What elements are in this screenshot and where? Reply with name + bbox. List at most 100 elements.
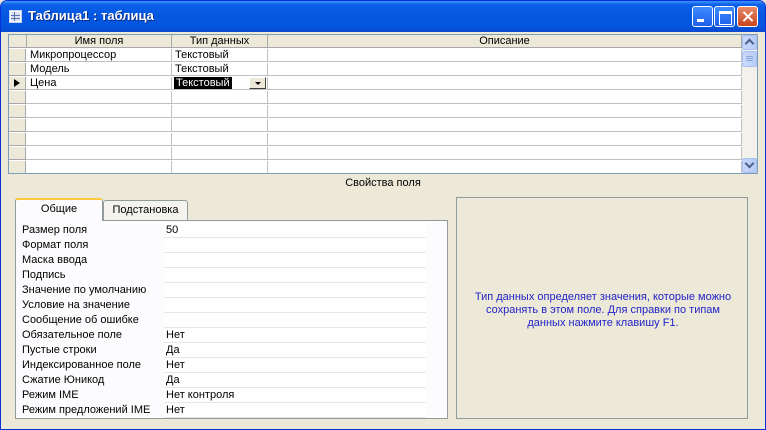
tab-general[interactable]: Общие [15,198,103,221]
data-type-cell[interactable] [172,105,268,117]
property-row[interactable]: Сообщение об ошибке [21,313,426,328]
property-value[interactable] [164,238,426,253]
property-row[interactable]: Сжатие Юникод Да [21,373,426,388]
title-bar[interactable]: Таблица1 : таблица [1,1,765,32]
field-name-cell[interactable] [27,91,172,103]
description-cell[interactable] [268,77,742,89]
window-title: Таблица1 : таблица [28,8,154,23]
property-value[interactable] [164,253,426,268]
data-type-cell[interactable] [172,161,268,173]
field-name-cell[interactable]: Цена [27,77,172,89]
maximize-button[interactable] [714,6,735,27]
property-value[interactable] [164,298,426,313]
description-cell[interactable] [268,49,742,61]
description-cell[interactable] [268,91,742,103]
tab-lookup[interactable]: Подстановка [103,200,188,220]
scroll-down-icon[interactable] [742,158,757,173]
property-value[interactable] [164,283,426,298]
minimize-button[interactable] [692,6,713,27]
property-row[interactable]: Индексированное поле Нет [21,358,426,373]
table-row[interactable] [9,119,742,132]
property-label: Сжатие Юникод [22,374,105,386]
property-row[interactable]: Значение по умолчанию [21,283,426,298]
scroll-thumb[interactable] [742,51,757,67]
row-selector[interactable] [9,147,26,160]
property-row[interactable]: Режим IME Нет контроля [21,388,426,403]
property-value[interactable]: Нет контроля [164,388,426,403]
data-type-cell[interactable] [172,119,268,131]
scroll-up-icon[interactable] [742,35,757,50]
grid-corner [9,35,27,48]
property-value[interactable]: Да [164,373,426,388]
field-name-cell[interactable] [27,133,172,145]
row-selector[interactable] [9,161,26,173]
description-cell[interactable] [268,105,742,117]
grid-vertical-scrollbar[interactable] [742,35,757,173]
property-label: Пустые строки [22,344,97,356]
property-row[interactable]: Формат поля [21,238,426,253]
property-row[interactable]: Подпись [21,268,426,283]
property-value[interactable]: Нет [164,328,426,343]
property-label: Обязательное поле [22,329,123,341]
table-icon [9,10,22,23]
property-value[interactable]: 50 [164,223,426,238]
row-selector[interactable] [9,105,26,118]
field-name-cell[interactable]: Модель [27,63,172,75]
data-type-cell[interactable] [172,133,268,145]
row-selector[interactable] [9,91,26,104]
data-type-cell[interactable]: Текстовый [172,63,268,75]
data-type-cell[interactable] [172,91,268,103]
data-type-combo-value[interactable]: Текстовый [174,77,232,89]
description-cell[interactable] [268,161,742,173]
property-row[interactable]: Пустые строки Да [21,343,426,358]
column-header-description: Описание [268,35,742,48]
property-row[interactable]: Маска ввода [21,253,426,268]
row-selector[interactable] [9,49,26,62]
property-row[interactable]: Режим предложений IME Нет [21,403,426,418]
property-value[interactable]: Нет [164,358,426,373]
row-selector[interactable] [9,119,26,132]
column-header-field-name: Имя поля [27,35,172,48]
property-row[interactable]: Условие на значение [21,298,426,313]
row-selector[interactable] [9,133,26,146]
property-value[interactable]: Да [164,343,426,358]
description-cell[interactable] [268,133,742,145]
field-name-cell[interactable] [27,119,172,131]
table-row[interactable] [9,133,742,146]
field-grid: Имя поля Тип данных Описание Микропроцес… [8,34,758,174]
table-row[interactable]: Микропроцессор Текстовый [9,49,742,62]
data-type-dropdown-button[interactable] [249,77,266,89]
property-label: Подпись [22,269,66,281]
property-label: Формат поля [22,239,89,251]
table-row[interactable] [9,91,742,104]
column-header-data-type: Тип данных [172,35,268,48]
property-value[interactable] [164,313,426,328]
description-cell[interactable] [268,147,742,159]
data-type-cell[interactable]: Текстовый [172,49,268,61]
property-label: Индексированное поле [22,359,141,371]
property-row[interactable]: Обязательное поле Нет [21,328,426,343]
table-row[interactable] [9,105,742,118]
field-name-cell[interactable] [27,161,172,173]
property-label: Значение по умолчанию [22,284,147,296]
description-cell[interactable] [268,119,742,131]
property-row[interactable]: Размер поля 50 [21,223,426,238]
table-design-window: Таблица1 : таблица Имя поля Тип данных О… [0,0,766,430]
property-label: Размер поля [22,224,88,236]
data-type-cell[interactable] [172,147,268,159]
table-row[interactable]: Модель Текстовый [9,63,742,76]
property-value[interactable] [164,268,426,283]
description-cell[interactable] [268,63,742,75]
close-button[interactable] [737,6,758,27]
table-row[interactable] [9,147,742,160]
field-name-cell[interactable] [27,105,172,117]
field-name-cell[interactable] [27,147,172,159]
row-selector[interactable] [9,63,26,76]
table-row[interactable]: Цена Текстовый [9,77,742,90]
table-row[interactable] [9,161,742,173]
property-label: Сообщение об ошибке [22,314,139,326]
current-row-indicator-icon[interactable] [9,77,26,90]
field-properties-title: Свойства поля [345,177,421,189]
field-name-cell[interactable]: Микропроцессор [27,49,172,61]
property-value[interactable]: Нет [164,403,426,418]
